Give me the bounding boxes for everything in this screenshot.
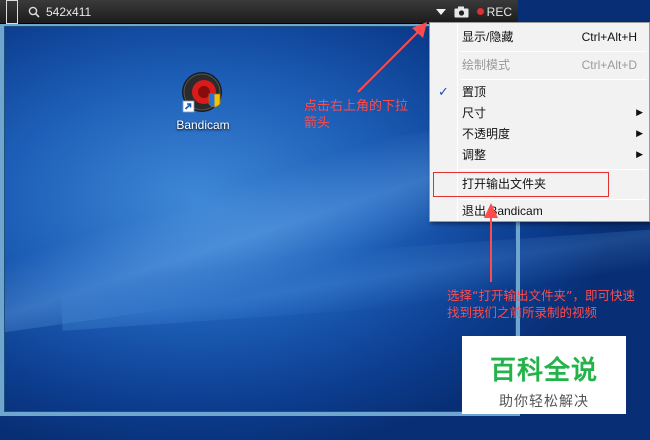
annotation-open-folder: 选择“打开输出文件夹”，即可快速找到我们之前所录制的视频 [447,288,635,320]
watermark-title: 百科全说 [489,356,598,386]
arrow-to-menu-item [484,203,498,282]
annotation-click-dropdown: 点击右上角的下拉箭头 [304,99,409,131]
watermark-subtitle: 助你轻松解决 [499,394,589,410]
arrow-to-dropdown [357,22,427,93]
watermark-logo: 百科全说 助你轻松解决 [462,336,626,414]
